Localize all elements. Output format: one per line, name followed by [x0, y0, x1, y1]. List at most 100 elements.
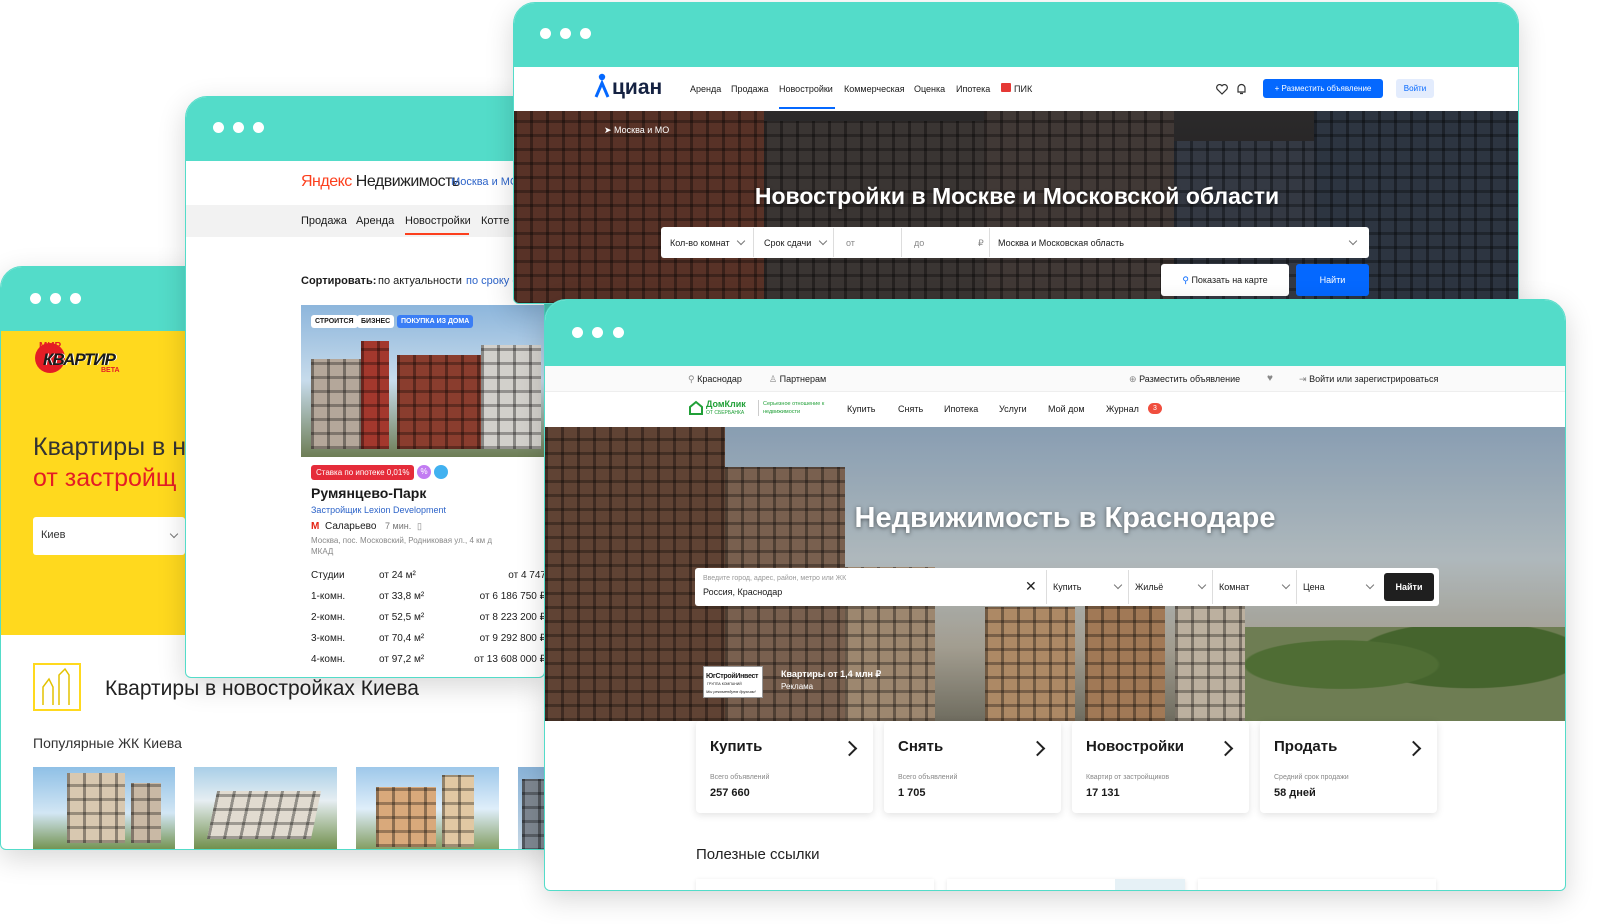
region-link[interactable]: Москва и МО — [451, 176, 519, 188]
mirkvartir-logo[interactable]: МИР КВАРТИР BETA — [35, 341, 131, 375]
nav-item-rent[interactable]: Снять — [898, 404, 923, 414]
cian-logo-icon — [594, 73, 610, 98]
nav-item-mortgage[interactable]: Ипотека — [944, 404, 978, 414]
city-link[interactable]: ⚲ Краснодар — [688, 374, 742, 385]
property-type-select[interactable]: Жильё — [1131, 570, 1213, 604]
price-to-input[interactable]: до ₽ — [904, 228, 990, 257]
rooms-select[interactable]: Кол-во комнат — [662, 228, 754, 257]
nav-item-sale[interactable]: Продажа — [731, 84, 769, 94]
window-control-dot[interactable] — [213, 122, 224, 133]
window-control-dot[interactable] — [580, 28, 591, 39]
stat-card-newbuilds[interactable]: Новостройки Квартир от застройщиков 17 1… — [1072, 721, 1249, 813]
complex-thumbnail[interactable] — [356, 767, 499, 849]
location-search-input[interactable]: Введите город, адрес, район, метро или Ж… — [697, 570, 1047, 604]
nav-item-journal[interactable]: Журнал — [1106, 404, 1139, 414]
plus-circle-icon: ⊕ — [1129, 374, 1137, 384]
metro-station: Саларьево — [325, 521, 377, 532]
breadcrumb[interactable]: ➤ Москва и МО — [604, 125, 669, 136]
nav-item-buy[interactable]: Купить — [847, 404, 875, 414]
partners-link[interactable]: ♙ Партнерам — [769, 374, 826, 385]
window-control-dot[interactable] — [540, 28, 551, 39]
login-button[interactable]: Войти — [1396, 79, 1434, 98]
section-title: Квартиры в новостройках Киева — [105, 677, 419, 700]
nav-item-rent[interactable]: Аренда — [356, 215, 394, 227]
window-title-bar — [545, 300, 1565, 366]
favorites-heart-icon[interactable]: ♥ — [1267, 373, 1273, 384]
window-control-dot[interactable] — [70, 293, 81, 304]
window-control-dot[interactable] — [233, 122, 244, 133]
domclick-logo[interactable]: ДомКлик ОТ СБЕРБАНКА Серьезное отношение… — [688, 398, 828, 420]
link-card[interactable] — [696, 879, 934, 890]
nav-item-services[interactable]: Услуги — [999, 404, 1027, 414]
status-badge: СТРОИТСЯ — [311, 315, 358, 328]
table-row[interactable]: 2-комн. от 52,5 м² от 8 223 200 ₽ — [311, 609, 544, 630]
complex-name[interactable]: Румянцево-Парк — [311, 485, 426, 501]
window-control-dot[interactable] — [253, 122, 264, 133]
region-select[interactable]: Москва и Московская область — [992, 228, 1368, 257]
advertiser-logo[interactable]: ЮгСтройИнвест ГРУППА КОМПАНИЙ Мы рекомен… — [703, 666, 763, 698]
window-domclick: ⚲ Краснодар ♙ Партнерам ⊕ Разместить объ… — [544, 299, 1566, 891]
table-row[interactable]: Студии от 24 м² от 4 747 — [311, 567, 544, 588]
sort-relevance[interactable]: по актуальности — [378, 275, 462, 287]
window-control-dot[interactable] — [613, 327, 624, 338]
nav-item-newbuilds[interactable]: Новостройки — [405, 215, 471, 227]
useful-links-title: Полезные ссылки — [696, 846, 820, 863]
window-control-dot[interactable] — [50, 293, 61, 304]
chevron-right-icon — [1405, 740, 1422, 757]
price-select[interactable]: Цена — [1299, 570, 1381, 604]
sort-deadline[interactable]: по сроку с — [466, 275, 516, 287]
window-control-dot[interactable] — [572, 327, 583, 338]
heart-icon[interactable] — [1216, 84, 1228, 95]
nav-item-cottages[interactable]: Котте — [481, 215, 511, 227]
nav-item-my-home[interactable]: Мой дом — [1048, 404, 1085, 414]
complex-card[interactable]: СТРОИТСЯ БИЗНЕС ПОКУПКА ИЗ ДОМА Ставка п… — [301, 305, 544, 677]
nav-item-sale[interactable]: Продажа — [301, 215, 347, 227]
key-icon — [434, 465, 448, 479]
stat-card-rent[interactable]: Снять Всего объявлений 1 705 — [884, 721, 1061, 813]
table-row[interactable]: 4-комн. от 97,2 м² от 13 608 000 ₽ — [311, 651, 544, 672]
nav-item-rent[interactable]: Аренда — [690, 84, 721, 94]
nav-active-underline — [405, 233, 469, 235]
cian-logo[interactable]: циан — [594, 71, 674, 103]
nav-item-commercial[interactable]: Коммерческая — [844, 84, 905, 94]
window-yandex: Яндекс Недвижимость Москва и МО Продажа … — [185, 96, 545, 678]
nav-item-pik[interactable]: ПИК — [1014, 84, 1032, 94]
developer-link[interactable]: Застройщик Lexion Development — [311, 505, 446, 515]
table-row[interactable]: 1-комн. от 33,8 м² от 6 186 750 ₽ — [311, 588, 544, 609]
show-on-map-button[interactable]: ⚲ Показать на карте — [1161, 264, 1289, 296]
window-control-dot[interactable] — [592, 327, 603, 338]
price-from-input[interactable]: от — [836, 228, 902, 257]
clear-icon[interactable]: ✕ — [1025, 578, 1037, 595]
complex-thumbnail[interactable] — [33, 767, 175, 849]
login-link[interactable]: ⇥ Войти или зарегистрироваться — [1299, 374, 1438, 385]
table-row[interactable]: 3-комн. от 70,4 м² от 9 292 800 ₽ — [311, 630, 544, 651]
chevron-down-icon — [1365, 580, 1375, 590]
stat-card-sell[interactable]: Продать Средний срок продажи 58 дней — [1260, 721, 1437, 813]
deadline-select[interactable]: Срок сдачи — [756, 228, 834, 257]
window-control-dot[interactable] — [30, 293, 41, 304]
yandex-logo[interactable]: Яндекс Недвижимость — [301, 173, 460, 191]
stat-card-buy[interactable]: Купить Всего объявлений 257 660 — [696, 721, 873, 813]
post-ad-button[interactable]: + Разместить объявление — [1263, 79, 1383, 98]
nav-item-mortgage[interactable]: Ипотека — [956, 84, 990, 94]
nav-item-valuation[interactable]: Оценка — [914, 84, 945, 94]
bell-icon[interactable] — [1236, 83, 1247, 95]
deal-type-select[interactable]: Купить — [1049, 570, 1129, 604]
post-ad-link[interactable]: ⊕ Разместить объявление — [1129, 374, 1240, 385]
chevron-right-icon — [1029, 740, 1046, 757]
chevron-down-icon — [169, 529, 179, 539]
popular-title: Популярные ЖК Киева — [33, 735, 182, 751]
ad-title[interactable]: Квартиры от 1,4 млн ₽ — [781, 669, 881, 680]
chevron-down-icon — [736, 236, 746, 246]
complex-address: Москва, пос. Московский, Родниковая ул.,… — [311, 536, 493, 556]
city-select[interactable]: Киев — [33, 517, 185, 555]
find-button[interactable]: Найти — [1296, 264, 1369, 296]
house-logo-icon — [689, 400, 703, 415]
link-card[interactable] — [1198, 879, 1436, 890]
rooms-select[interactable]: Комнат — [1215, 570, 1297, 604]
nav-item-newbuilds[interactable]: Новостройки — [779, 84, 833, 94]
complex-thumbnail[interactable] — [194, 767, 337, 849]
find-button[interactable]: Найти — [1384, 573, 1434, 601]
link-card[interactable] — [947, 879, 1185, 890]
window-control-dot[interactable] — [560, 28, 571, 39]
